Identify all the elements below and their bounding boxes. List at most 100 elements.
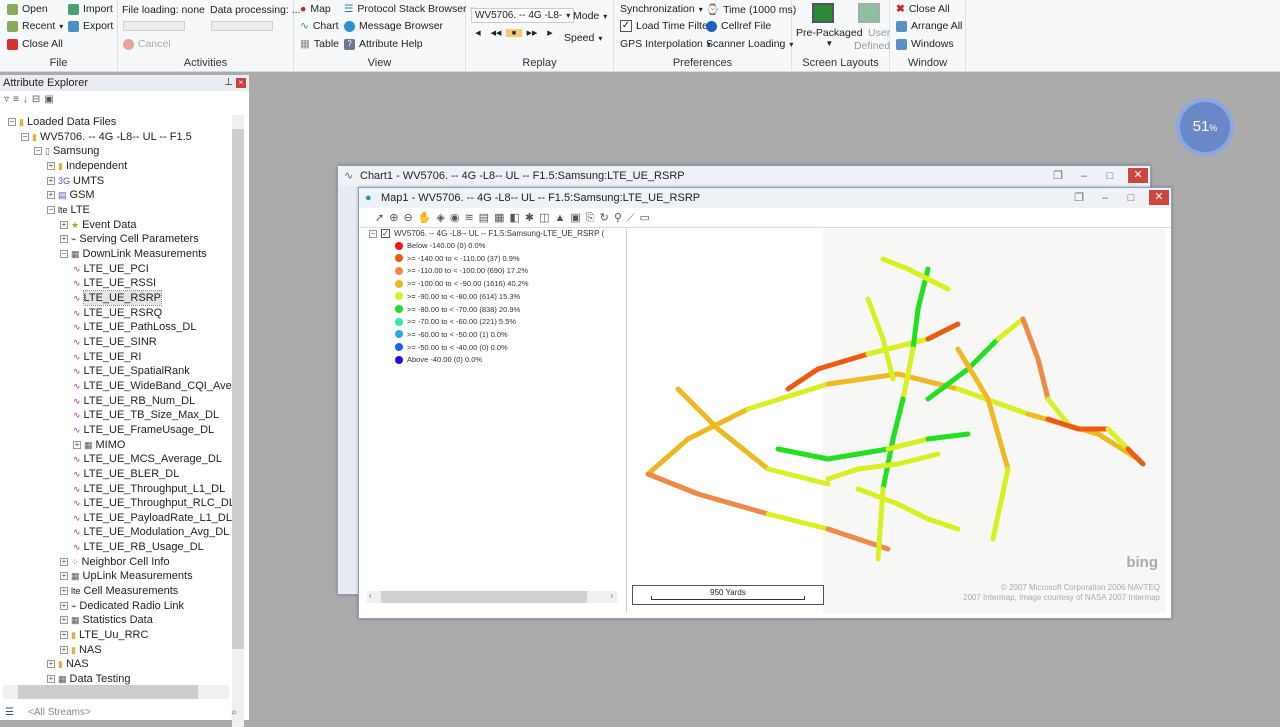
stop-button[interactable]: ■ [506,29,522,37]
expand-icon[interactable]: + [60,616,68,625]
chart-button[interactable]: ∿ Chart [300,20,339,32]
expand-icon[interactable]: + [60,645,68,654]
tree-item[interactable]: ∿ LTE_UE_RI [73,350,141,364]
replay-file-select[interactable]: WV5706. -- 4G -L8- [471,8,575,23]
expand-icon[interactable]: + [47,191,55,200]
chart-icon[interactable]: ⟋ [627,212,640,224]
tree-item[interactable]: + ⌁ Dedicated Radio Link [60,599,184,613]
speed-dropdown[interactable]: Speed [564,32,602,44]
arrange-all-button[interactable]: Arrange All [896,20,962,32]
map-canvas[interactable]: bing © 2007 Microsoft Corporation 2006 N… [628,229,1166,613]
ruler-icon[interactable]: ◫ [539,212,554,224]
tree-item[interactable]: ∿ LTE_UE_PayloadRate_L1_DL [73,511,232,525]
close-all-button[interactable]: Close All [7,38,63,50]
layer-checkbox[interactable]: ✓ [381,229,390,238]
protocol-stack-browser-button[interactable]: ☰ Protocol Stack Browser [344,3,475,15]
load-time-filter-checkbox[interactable]: ✓ Load Time Filter [620,20,711,32]
tree-item[interactable]: + lte Cell Measurements [60,584,178,598]
maximize-button[interactable]: □ [1102,169,1118,183]
tree-item[interactable]: ∿ LTE_UE_WideBand_CQI_Ave [73,379,232,393]
down-arrow-icon[interactable]: ↓ [23,94,32,105]
tree-item[interactable]: − ▮ Loaded Data Files [8,115,116,129]
expand-icon[interactable]: + [47,675,55,684]
stream-search[interactable]: ☰ <All Streams> ⌕ [0,705,249,720]
expand-icon[interactable]: + [47,161,55,170]
tree-item[interactable]: + ★ Event Data [60,218,137,232]
message-browser-button[interactable]: Message Browser [344,20,443,32]
chart-window-titlebar[interactable]: ∿ Chart1 - WV5706. -- 4G -L8-- UL -- F1.5… [338,166,1150,186]
expand-icon[interactable]: + [60,220,68,229]
close-button[interactable]: ✕ [1149,190,1169,205]
select-icon[interactable]: ➚ [375,212,389,224]
layer-item[interactable]: − ✓ WV5706. -- 4G -L8-- UL -- F1.5:Samsung… [369,229,604,238]
restore-button[interactable]: ❐ [1050,169,1066,183]
minimize-button[interactable]: – [1097,191,1113,205]
mode-dropdown[interactable]: Mode [573,10,607,22]
expand-icon[interactable]: + [60,587,68,596]
tree-item[interactable]: + ▦ Statistics Data [60,613,153,627]
expand-icon[interactable]: + [47,176,55,185]
cancel-button[interactable]: Cancel [123,38,171,50]
pan-icon[interactable]: ✋ [418,212,437,224]
scanner-loading-dropdown[interactable]: Scanner Loading [706,38,793,50]
recent-button[interactable]: Recent [7,20,63,32]
stream-search-input[interactable]: <All Streams> [28,707,91,718]
expand-icon[interactable]: + [60,557,68,566]
tree-item[interactable]: + ⌁ Serving Cell Parameters [60,232,199,246]
tree-item[interactable]: + ▦ MIMO [73,438,125,452]
import-button[interactable]: Import [68,3,113,15]
legend-horizontal-scrollbar[interactable]: ‹ › [367,591,617,603]
grid-icon[interactable]: ▤ [479,212,494,224]
map-button[interactable]: ● Map [300,3,331,15]
collapse-icon[interactable]: ⊟ [32,94,44,105]
tree-item[interactable]: ∿ LTE_UE_MCS_Average_DL [73,452,222,466]
tree-item[interactable]: + ▦ UpLink Measurements [60,569,193,583]
tree-item[interactable]: − ▯ Samsung [34,144,99,158]
cellref-file-button[interactable]: Cellref File [706,20,771,32]
expand-icon[interactable]: + [60,235,68,244]
play-button[interactable]: ▶ [542,29,558,37]
collapse-icon[interactable]: − [369,229,377,238]
link-icon[interactable]: ⎘ [586,212,600,224]
tree-item[interactable]: + ▮ NAS [47,657,89,671]
paint-icon[interactable]: ▲ [555,212,571,224]
step-forward-button[interactable]: ▶▶ [524,29,540,37]
filter-icon[interactable]: ▿ [4,94,13,105]
collapse-icon[interactable]: − [60,249,68,258]
tree-horizontal-scrollbar[interactable] [3,685,229,699]
expand-icon[interactable]: + [47,660,55,669]
tree-item[interactable]: − ▮ WV5706. -- 4G -L8-- UL -- F1.5 [21,130,192,144]
gps-interpolation-dropdown[interactable]: GPS Interpolation [620,38,711,50]
user-defined-button[interactable]: User Defined [854,27,890,52]
tree-item[interactable]: + ▦ Data Testing [47,672,130,686]
tree-item[interactable]: +3G UMTS [47,174,104,188]
zoom-in-icon[interactable]: ⊕ [389,212,403,224]
pre-packaged-button[interactable]: Pre-Packaged ▼ [796,27,863,48]
restore-button[interactable]: ❐ [1071,191,1087,205]
zoom-out-icon[interactable]: ⊖ [403,212,417,224]
step-back-button[interactable]: ◀◀ [488,29,504,37]
pin-icon[interactable]: ⚲ [614,212,627,224]
tree-item[interactable]: ∿ LTE_UE_RSRP [73,289,162,306]
collapse-icon[interactable]: − [34,147,42,156]
tree-item[interactable]: + ▮ Independent [47,159,127,173]
save-icon[interactable]: ▣ [44,94,57,105]
expand-icon[interactable]: + [73,440,81,449]
expand-icon[interactable]: + [60,572,68,581]
tree-item[interactable]: ∿ LTE_UE_RSRQ [73,306,162,320]
tree-item[interactable]: ∿ LTE_UE_SpatialRank [73,364,190,378]
expand-icon[interactable]: + [60,631,68,640]
tree-item[interactable]: − lte LTE [47,203,90,217]
stack-icon[interactable]: ≋ [464,212,478,224]
minimize-button[interactable]: – [1076,169,1092,183]
tree-item[interactable]: ∿ LTE_UE_PathLoss_DL [73,320,196,334]
search-icon[interactable]: ⌕ [231,705,237,720]
tree-vertical-scrollbar[interactable] [232,115,244,727]
export-icon[interactable]: ▦ [494,212,509,224]
tree-item[interactable]: ∿ LTE_UE_FrameUsage_DL [73,423,214,437]
window-icon[interactable]: ▭ [639,212,654,224]
tree-item[interactable]: + ▮ NAS [60,643,102,657]
window-close-all-button[interactable]: ✖ Close All [896,3,950,15]
time-button[interactable]: ⌚ Time (1000 ms) [706,3,796,17]
tree-item[interactable]: − ▦ DownLink Measurements [60,247,207,261]
